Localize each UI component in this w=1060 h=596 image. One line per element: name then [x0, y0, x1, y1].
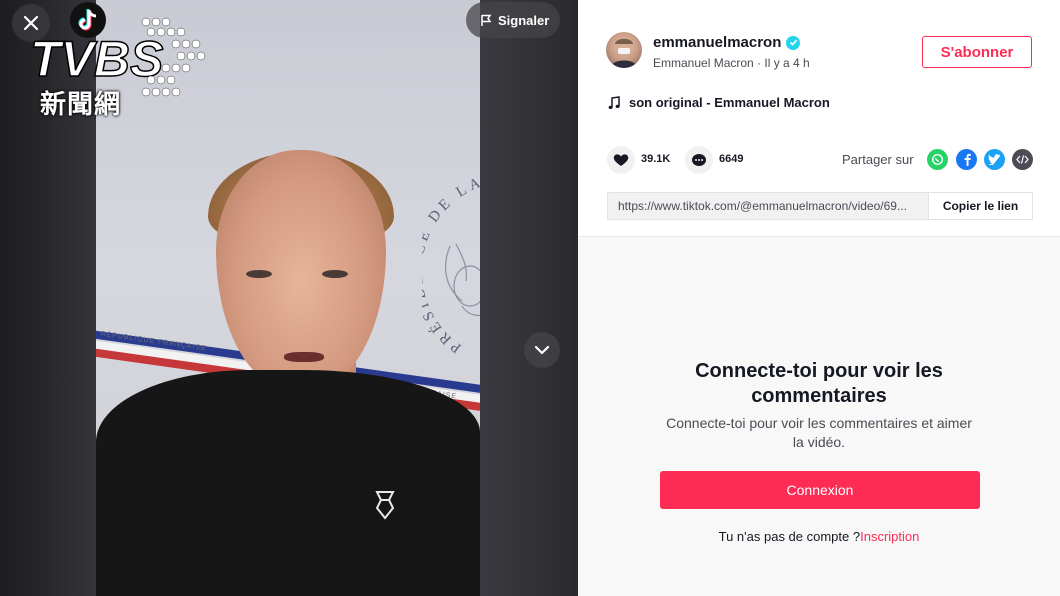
shirt-logo-icon	[375, 491, 395, 520]
share-link-box: https://www.tiktok.com/@emmanuelmacron/v…	[607, 192, 1033, 220]
avatar[interactable]	[606, 32, 642, 68]
twitter-icon[interactable]	[984, 149, 1005, 170]
login-prompt-title: Connecte-toi pour voir les commentaires	[578, 359, 1060, 409]
svg-text:TVBS: TVBS	[30, 31, 163, 87]
report-label: Signaler	[498, 12, 550, 28]
login-button[interactable]: Connexion	[660, 471, 980, 509]
video-details-panel: emmanuelmacron Emmanuel Macron · Il y a …	[578, 0, 1060, 596]
login-prompt-description: Connecte-toi pour voir les commentaires …	[658, 414, 980, 452]
person-mouth	[284, 352, 324, 362]
verified-badge-icon	[786, 35, 801, 50]
video-player[interactable]: RÉPUBLIQUE FRANÇAISE FRANÇAISE PRÉSIDENC…	[0, 0, 578, 596]
heart-icon	[613, 154, 629, 166]
like-count: 39.1K	[641, 153, 671, 165]
signup-link[interactable]: Inscription	[860, 529, 919, 544]
embed-code-icon[interactable]	[1012, 149, 1033, 170]
comment-button[interactable]	[685, 146, 713, 174]
watermark-chinese-text: 新聞網	[40, 90, 122, 120]
comment-count: 6649	[719, 153, 744, 165]
login-desc-line1: Connecte-toi pour voir les commentaires …	[666, 415, 972, 431]
presidence-seal-icon: PRÉSIDENCE DE LA	[422, 176, 480, 356]
follow-button[interactable]: S'abonner	[922, 36, 1032, 68]
share-link-url[interactable]: https://www.tiktok.com/@emmanuelmacron/v…	[608, 193, 928, 219]
comment-icon	[692, 154, 706, 166]
music-note-icon	[608, 95, 620, 109]
login-desc-line2: la vidéo.	[792, 434, 846, 450]
share-label: Partager sur	[842, 152, 914, 167]
person-tshirt	[96, 370, 480, 596]
next-video-button[interactable]	[524, 332, 560, 368]
report-button[interactable]: Signaler	[466, 2, 560, 38]
video-blur-background-right	[480, 0, 578, 596]
music-link[interactable]: son original - Emmanuel Macron	[608, 95, 830, 110]
whatsapp-icon[interactable]	[927, 149, 948, 170]
music-label[interactable]: son original - Emmanuel Macron	[629, 95, 830, 110]
facebook-icon[interactable]	[956, 149, 977, 170]
login-title-line2: commentaires	[751, 385, 887, 407]
avatar-photo	[610, 38, 638, 68]
like-button[interactable]	[607, 146, 635, 174]
login-title-line1: Connecte-toi pour voir les	[695, 360, 943, 382]
author-meta: Emmanuel Macron · Il y a 4 h	[653, 56, 810, 70]
no-account-text: Tu n'as pas de compte ?	[718, 529, 861, 544]
username-text[interactable]: emmanuelmacron	[653, 34, 781, 51]
comments-section: Connecte-toi pour voir les commentaires …	[578, 236, 1060, 596]
copy-link-button[interactable]: Copier le lien	[928, 193, 1032, 219]
signup-prompt: Tu n'as pas de compte ?Inscription	[578, 529, 1060, 544]
flag-icon	[481, 14, 492, 26]
author-username[interactable]: emmanuelmacron	[653, 34, 801, 51]
chevron-down-icon	[534, 345, 550, 355]
person-eye-right	[322, 270, 348, 278]
person-eye-left	[246, 270, 272, 278]
